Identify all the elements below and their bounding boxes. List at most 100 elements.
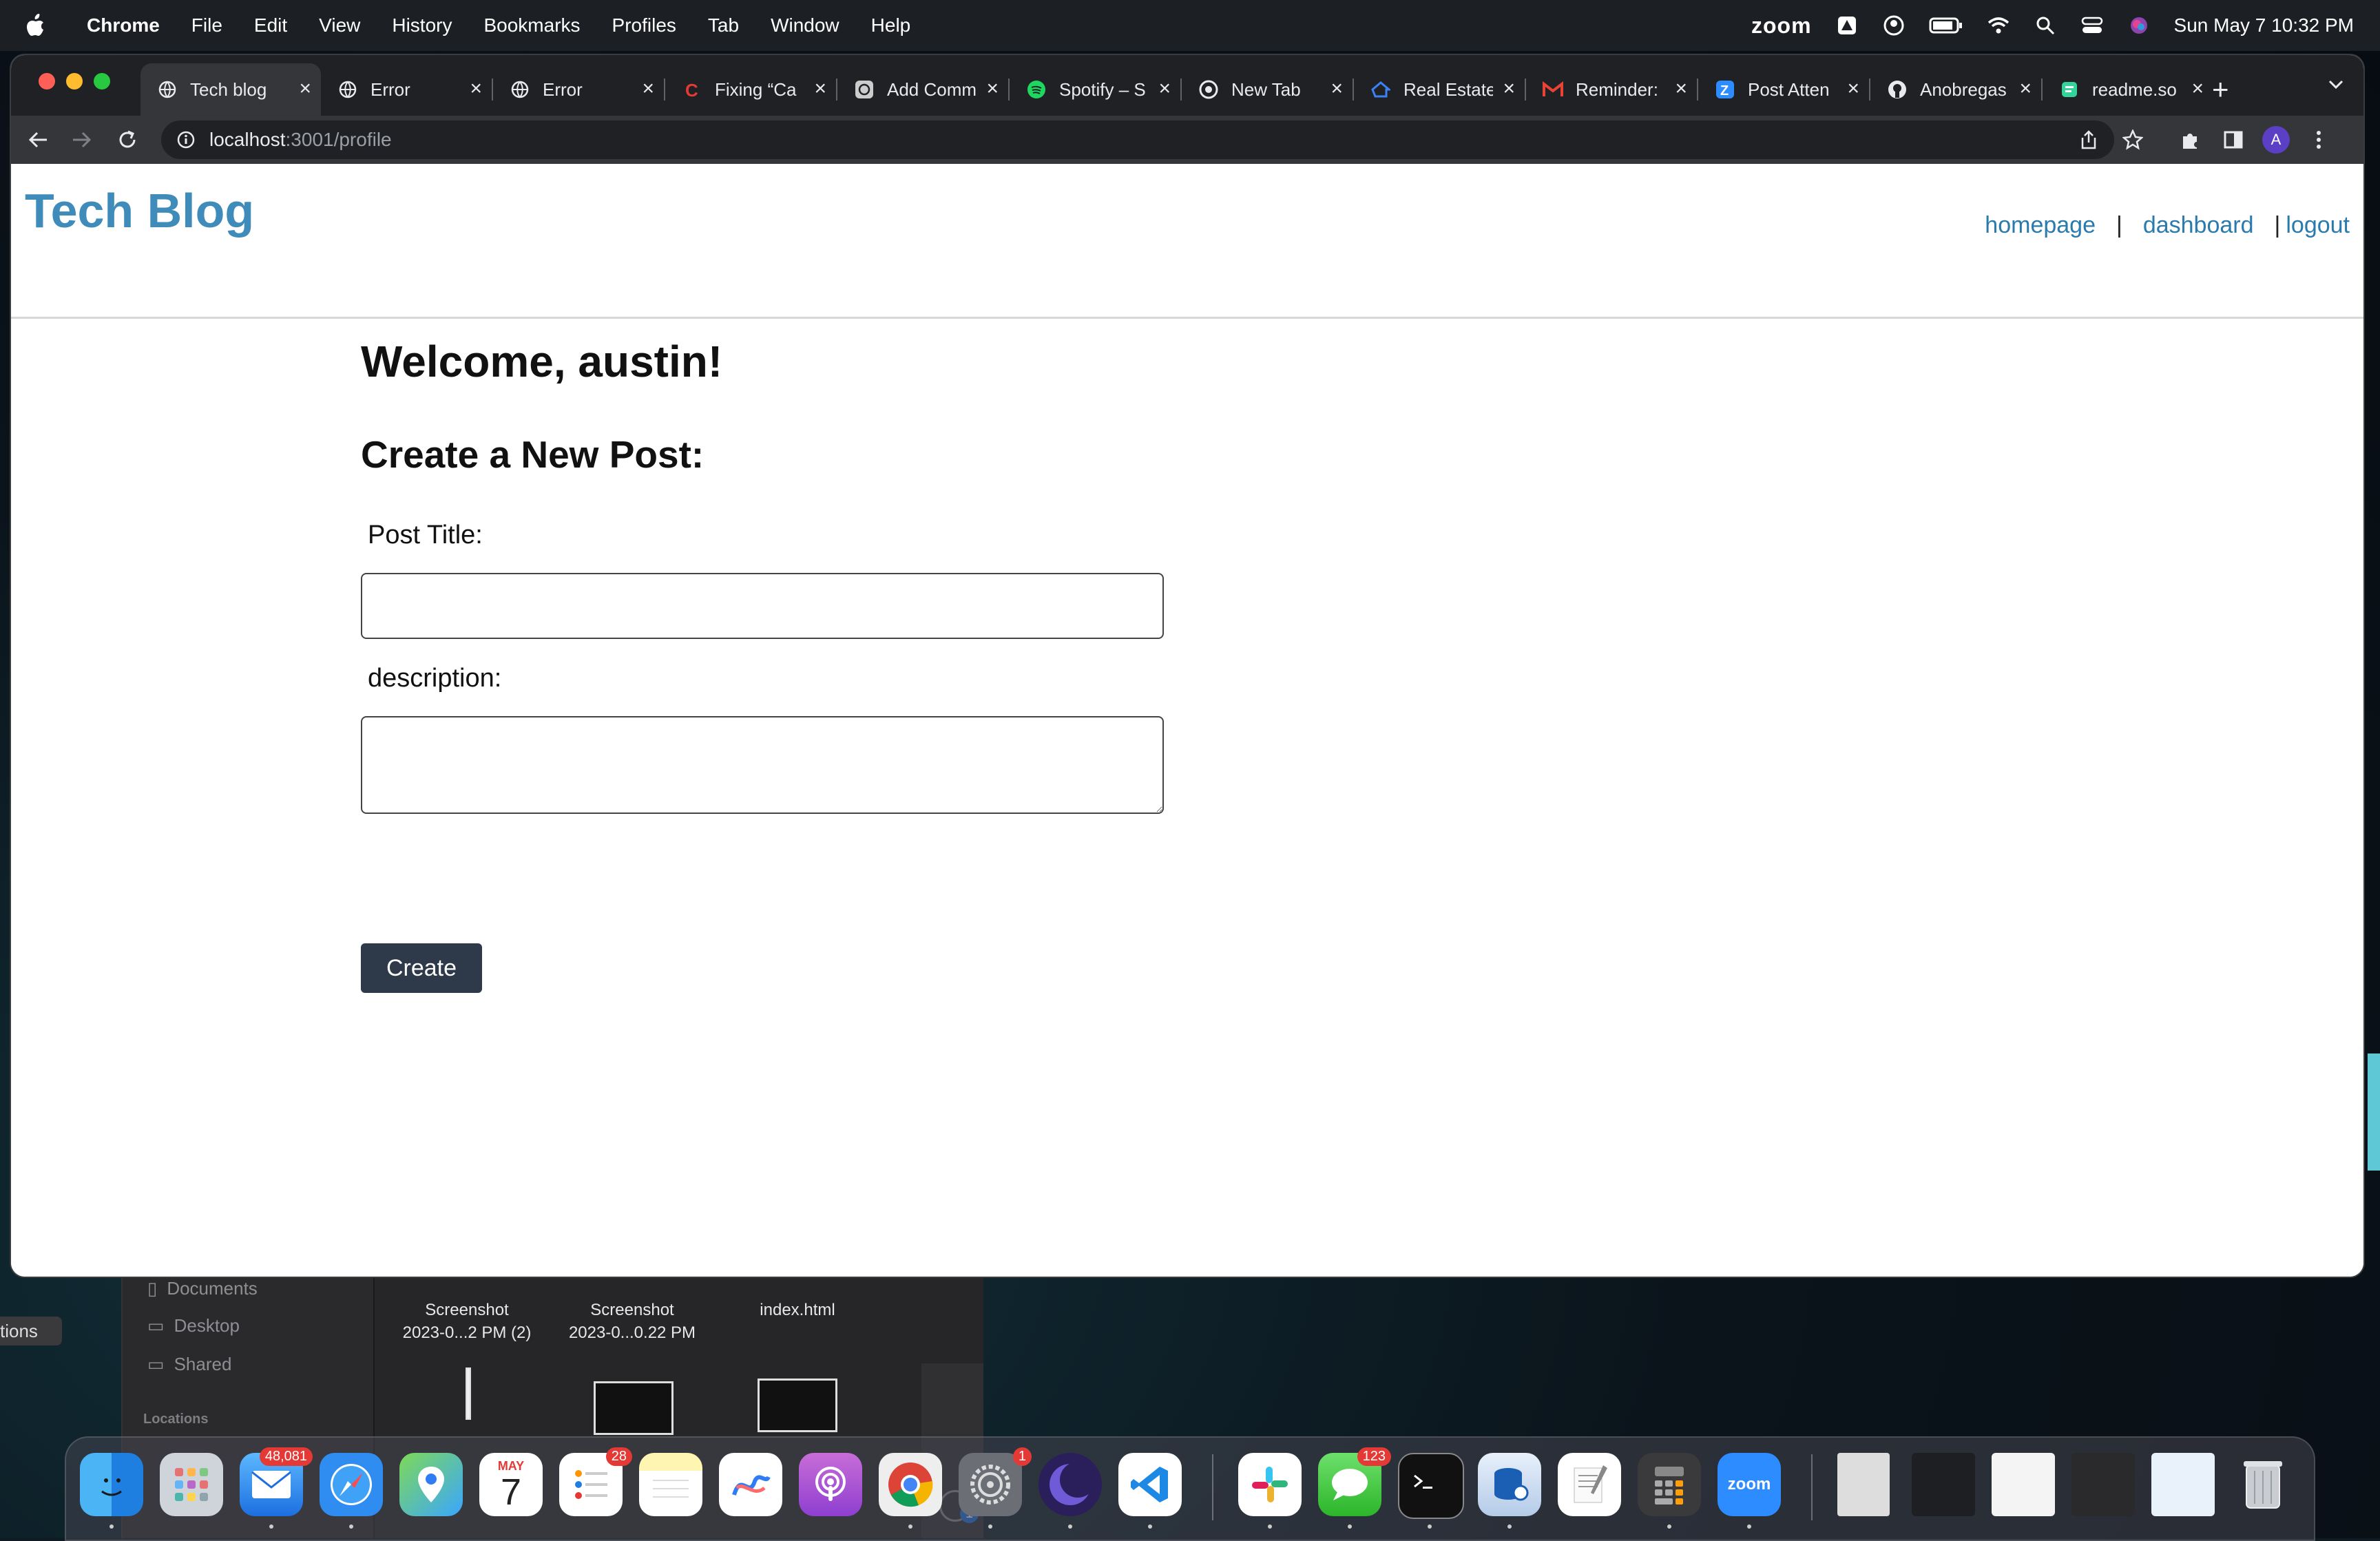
tab-post-attendance[interactable]: Z Post Atten × [1698, 63, 1869, 116]
finder-file[interactable]: Screenshot 2023-0...2 PM (2) [384, 1299, 550, 1344]
vscode-icon[interactable] [1118, 1453, 1182, 1516]
tab-real-estate[interactable]: Real Estate × [1354, 63, 1525, 116]
tab-tech-blog[interactable]: Tech blog × [140, 63, 321, 116]
create-button[interactable]: Create [361, 943, 482, 993]
tab-readme[interactable]: readme.so × [2043, 63, 2213, 116]
chrome-menu-kebab-icon[interactable] [2304, 125, 2333, 154]
finder-file[interactable]: Screenshot 2023-0...0.22 PM [550, 1299, 715, 1344]
screenshot-stack-icon[interactable] [2071, 1453, 2135, 1516]
close-tab-icon[interactable]: × [1503, 77, 1515, 101]
profile-avatar[interactable]: A [2262, 125, 2290, 154]
finder-sidebar-documents[interactable]: ▯ Documents [147, 1278, 258, 1299]
zoom-dock-icon[interactable]: zoom [1718, 1453, 1781, 1516]
finder-sidebar-shared[interactable]: ▭ Shared [147, 1354, 231, 1375]
extensions-puzzle-icon[interactable] [2176, 125, 2205, 154]
menu-file[interactable]: File [191, 14, 222, 36]
drive-icon[interactable] [1835, 14, 1859, 37]
textedit-icon[interactable] [1558, 1453, 1621, 1516]
mysql-workbench-icon[interactable] [1478, 1453, 1541, 1516]
reload-icon[interactable] [114, 127, 140, 153]
close-tab-icon[interactable]: × [470, 77, 482, 101]
safari-icon[interactable] [320, 1453, 383, 1516]
tab-search-chevron-icon[interactable] [2326, 74, 2346, 97]
nav-homepage-link[interactable]: homepage [1985, 212, 2096, 239]
battery-icon[interactable] [1929, 14, 1963, 37]
site-info-icon[interactable] [176, 130, 196, 149]
finder-side-tab[interactable]: tions [0, 1317, 62, 1345]
close-tab-icon[interactable]: × [814, 77, 826, 101]
mail-icon[interactable]: 48,081 [240, 1447, 313, 1516]
terminal-icon[interactable] [1398, 1453, 1464, 1519]
apple-icon[interactable] [25, 14, 54, 37]
messages-icon[interactable]: 123 [1318, 1447, 1391, 1516]
tab-spotify[interactable]: Spotify – S × [1010, 63, 1180, 116]
menu-view[interactable]: View [319, 14, 360, 36]
slack-icon[interactable] [1238, 1453, 1302, 1516]
tab-new-tab[interactable]: New Tab × [1182, 63, 1353, 116]
window-minimize-button[interactable] [66, 73, 83, 90]
spotlight-search-icon[interactable] [2034, 14, 2057, 37]
calculator-icon[interactable] [1638, 1453, 1701, 1516]
screenshot-stack-icon[interactable] [1912, 1453, 1975, 1516]
tab-error[interactable]: Error × [493, 63, 664, 116]
siri-icon[interactable] [2127, 14, 2151, 37]
bookmark-star-icon[interactable] [2118, 125, 2147, 154]
share-icon[interactable] [2074, 125, 2103, 154]
post-title-input[interactable] [361, 573, 1164, 639]
chrome-dock-icon[interactable] [879, 1453, 942, 1516]
menu-window[interactable]: Window [771, 14, 839, 36]
site-title[interactable]: Tech Blog [25, 183, 254, 238]
podcasts-icon[interactable] [799, 1453, 862, 1516]
new-tab-plus-icon[interactable]: + [2212, 73, 2229, 106]
close-tab-icon[interactable]: × [1675, 77, 1687, 101]
window-zoom-button[interactable] [94, 73, 110, 90]
control-center-icon[interactable] [2080, 14, 2104, 37]
tab-fixing[interactable]: C Fixing “Ca × [665, 63, 836, 116]
finder-file[interactable]: index.html [715, 1299, 880, 1321]
close-tab-icon[interactable]: × [1847, 77, 1859, 101]
screenshot-stack-icon[interactable] [2151, 1453, 2215, 1516]
zoom-menubar-label[interactable]: zoom [1751, 13, 1812, 39]
reminders-icon[interactable]: 28 [559, 1447, 632, 1516]
moon-app-icon[interactable] [1038, 1453, 1102, 1516]
menu-edit[interactable]: Edit [254, 14, 287, 36]
tab-reminder[interactable]: Reminder: × [1526, 63, 1697, 116]
back-arrow-icon[interactable] [25, 127, 51, 153]
menu-app-name[interactable]: Chrome [87, 14, 160, 36]
close-tab-icon[interactable]: × [2191, 77, 2204, 101]
side-panel-icon[interactable] [2219, 125, 2248, 154]
nav-dashboard-link[interactable]: dashboard [2143, 212, 2254, 239]
calendar-icon[interactable]: MAY 7 [479, 1453, 543, 1516]
screenshot-stack-icon[interactable] [1992, 1453, 2055, 1516]
trash-icon[interactable] [2231, 1453, 2295, 1516]
menubar-datetime[interactable]: Sun May 7 10:32 PM [2174, 14, 2354, 36]
menu-profiles[interactable]: Profiles [612, 14, 676, 36]
wifi-icon[interactable] [1987, 14, 2010, 37]
window-close-button[interactable] [39, 73, 55, 90]
menu-help[interactable]: Help [871, 14, 911, 36]
menu-tab[interactable]: Tab [708, 14, 739, 36]
forward-arrow-icon[interactable] [69, 127, 95, 153]
close-tab-icon[interactable]: × [2019, 77, 2032, 101]
menu-bookmarks[interactable]: Bookmarks [483, 14, 580, 36]
menu-history[interactable]: History [392, 14, 452, 36]
tab-add-comment[interactable]: Add Comm × [837, 63, 1008, 116]
address-bar[interactable]: localhost:3001/profile [161, 120, 2114, 159]
notes-icon[interactable] [639, 1453, 702, 1516]
description-textarea[interactable] [361, 716, 1164, 814]
finder-icon[interactable] [80, 1453, 143, 1516]
close-tab-icon[interactable]: × [642, 77, 654, 101]
document-stack-icon[interactable] [1837, 1453, 1890, 1516]
close-tab-icon[interactable]: × [299, 77, 311, 101]
close-tab-icon[interactable]: × [1330, 77, 1343, 101]
maps-icon[interactable] [399, 1453, 463, 1516]
close-tab-icon[interactable]: × [1158, 77, 1171, 101]
launchpad-icon[interactable] [160, 1453, 223, 1516]
system-settings-icon[interactable]: 1 [959, 1447, 1032, 1516]
finder-sidebar-desktop[interactable]: ▭ Desktop [147, 1315, 240, 1336]
tab-github[interactable]: Anobregas × [1870, 63, 2041, 116]
close-tab-icon[interactable]: × [986, 77, 999, 101]
freeform-icon[interactable] [719, 1453, 782, 1516]
user-circle-icon[interactable] [1882, 14, 1906, 37]
tab-error[interactable]: Error × [321, 63, 492, 116]
